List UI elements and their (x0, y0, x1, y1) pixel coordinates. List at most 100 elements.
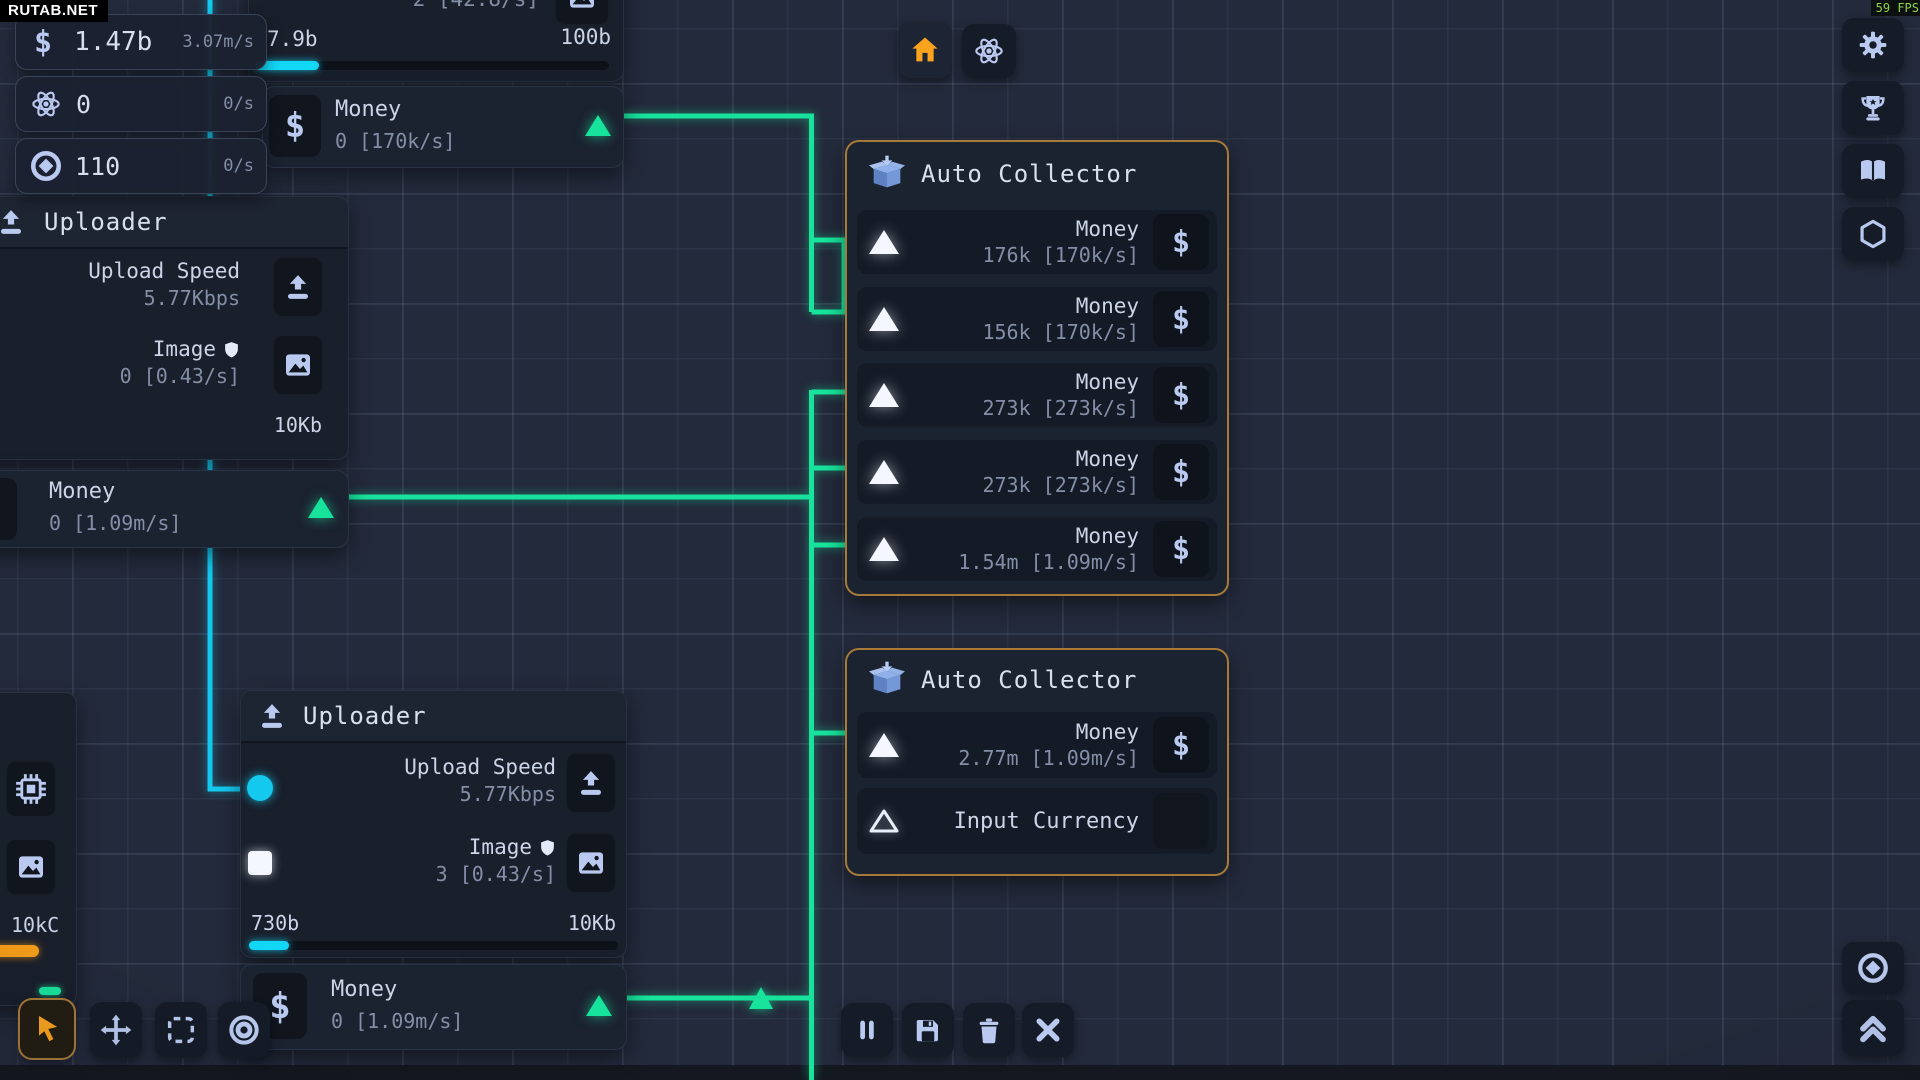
output-value: 0 [170k/s] (335, 129, 455, 153)
currency-select-button[interactable]: $ (1153, 521, 1209, 577)
input-port-icon[interactable] (869, 537, 899, 561)
image-button[interactable] (555, 0, 609, 25)
image-button[interactable] (6, 839, 56, 895)
image-button[interactable] (566, 833, 616, 893)
output-port-icon[interactable] (586, 995, 612, 1016)
image-input-port[interactable] (248, 851, 272, 875)
input-port-outline-icon[interactable] (869, 808, 899, 834)
currency-select-button[interactable]: $ (1153, 717, 1209, 773)
buffer-label: 10kC (11, 913, 59, 937)
game-canvas[interactable]: 2 [42.8/s] 7.9b 100b $ Money 0 [170k/s] … (0, 0, 1920, 1080)
pause-button[interactable] (841, 1003, 893, 1057)
image-button[interactable] (273, 335, 323, 395)
node-auto-collector-2[interactable]: Auto Collector Money2.77m [1.09m/s] $ In… (845, 648, 1229, 876)
resource-medals[interactable]: 110 0/s (15, 138, 267, 194)
image-icon (575, 847, 607, 879)
resource-research[interactable]: 0 0/s (15, 76, 267, 132)
node-left-uploader[interactable]: Uploader Upload Speed 5.77Kbps Image 0 [… (0, 196, 349, 460)
save-icon (913, 1015, 943, 1045)
output-value: 0 [1.09m/s] (331, 1009, 463, 1033)
currency-select-button[interactable]: $ (1153, 214, 1209, 270)
resource-money[interactable]: $ 1.47b 3.07m/s (15, 14, 267, 70)
achievements-button[interactable] (1842, 81, 1904, 135)
currency-select-button[interactable]: $ (1153, 444, 1209, 500)
input-port-icon[interactable] (869, 733, 899, 757)
buffer-max: 100b (560, 25, 611, 49)
delete-button[interactable] (963, 1003, 1015, 1057)
dollar-icon: $ (1172, 378, 1190, 413)
node-title-row[interactable]: Auto Collector (867, 660, 1137, 700)
select-tool-button[interactable] (20, 1000, 74, 1058)
node-title: Uploader (44, 208, 168, 236)
dollar-icon: $ (1172, 455, 1190, 490)
node-title: Auto Collector (921, 160, 1137, 188)
currency-select-button[interactable]: $ (1153, 291, 1209, 347)
upload-speed-input-port[interactable] (247, 775, 273, 801)
collector-row[interactable]: Money273k [273k/s] $ (857, 440, 1217, 504)
marquee-tool-button[interactable] (155, 1002, 207, 1058)
input-port-icon[interactable] (869, 460, 899, 484)
upload-icon (576, 768, 606, 798)
node-title-row[interactable]: Auto Collector (867, 154, 1137, 194)
node-bottom-uploader-output[interactable]: $ Money 0 [1.09m/s] (240, 964, 627, 1050)
upload-speed-button[interactable] (566, 753, 616, 813)
dollar-icon: $ (1172, 728, 1190, 763)
wire-topnode-to-collector (622, 116, 812, 312)
collector-input-row[interactable]: Input Currency (857, 788, 1217, 854)
buffer-track (249, 941, 618, 950)
settings-button[interactable] (1842, 18, 1904, 72)
node-titlebar[interactable]: Uploader (241, 691, 626, 743)
upgrades-button[interactable] (1842, 1000, 1904, 1056)
home-button[interactable] (898, 22, 952, 78)
row-value: 156k [170k/s] (982, 320, 1139, 344)
row-value: 2 [42.8/s] (249, 0, 539, 13)
close-button[interactable] (1022, 1003, 1074, 1057)
research-view-button[interactable] (962, 24, 1016, 78)
node-bottom-uploader[interactable]: Uploader Upload Speed 5.77Kbps Image 3 [… (240, 690, 627, 958)
image-icon (282, 349, 314, 381)
upload-speed-row: Upload Speed 5.77Kbps (404, 755, 556, 806)
resource-rate: 0/s (223, 94, 254, 114)
fps-counter: 59 FPS (1871, 0, 1920, 16)
input-port-icon[interactable] (869, 383, 899, 407)
focus-tool-button[interactable] (218, 1002, 270, 1058)
gear-icon (1857, 29, 1889, 61)
node-titlebar[interactable]: Uploader (0, 197, 348, 249)
node-top-uploader[interactable]: 2 [42.8/s] 7.9b 100b (248, 0, 624, 82)
input-port-icon[interactable] (869, 307, 899, 331)
upload-speed-button[interactable] (273, 257, 323, 317)
node-top-uploader-output[interactable]: $ Money 0 [170k/s] (262, 86, 624, 168)
node-left-uploader-output[interactable]: $ Money 0 [1.09m/s] (0, 470, 349, 548)
save-button[interactable] (902, 1003, 954, 1057)
row-value: 5.77Kbps (460, 782, 556, 806)
buffer-fill (0, 945, 39, 957)
currency-select-empty[interactable] (1153, 793, 1209, 849)
move-tool-button[interactable] (90, 1002, 142, 1058)
collector-row[interactable]: Money156k [170k/s] $ (857, 287, 1217, 351)
resource-value: 0 (76, 90, 91, 119)
upload-icon (0, 207, 26, 237)
currency-select-button[interactable]: $ (1153, 367, 1209, 423)
trash-icon (974, 1015, 1004, 1045)
collector-row[interactable]: Money1.54m [1.09m/s] $ (857, 517, 1217, 581)
input-port-icon[interactable] (869, 230, 899, 254)
output-port-icon[interactable] (585, 115, 611, 136)
encyclopedia-button[interactable] (1842, 144, 1904, 198)
output-port-icon[interactable] (308, 497, 334, 518)
shield-icon (223, 341, 240, 358)
collector-row[interactable]: Money273k [273k/s] $ (857, 363, 1217, 427)
medals-button[interactable] (1842, 942, 1904, 994)
shield-icon (539, 839, 556, 856)
output-label: Money (335, 97, 401, 122)
node-title: Uploader (303, 702, 427, 730)
collector-row[interactable]: Money2.77m [1.09m/s] $ (857, 712, 1217, 778)
shapes-button[interactable] (1842, 207, 1904, 261)
collector-row[interactable]: Money176k [170k/s] $ (857, 210, 1217, 274)
node-auto-collector-1[interactable]: Auto Collector Money176k [170k/s] $ Mone… (845, 140, 1229, 596)
output-value: 0 [1.09m/s] (49, 511, 181, 535)
row-label: Upload Speed (404, 755, 556, 779)
cpu-button[interactable] (6, 761, 56, 817)
node-corner-generator[interactable]: 10kC (0, 692, 77, 1006)
row-label: Money (1076, 294, 1139, 318)
row-label: Money (1076, 370, 1139, 394)
